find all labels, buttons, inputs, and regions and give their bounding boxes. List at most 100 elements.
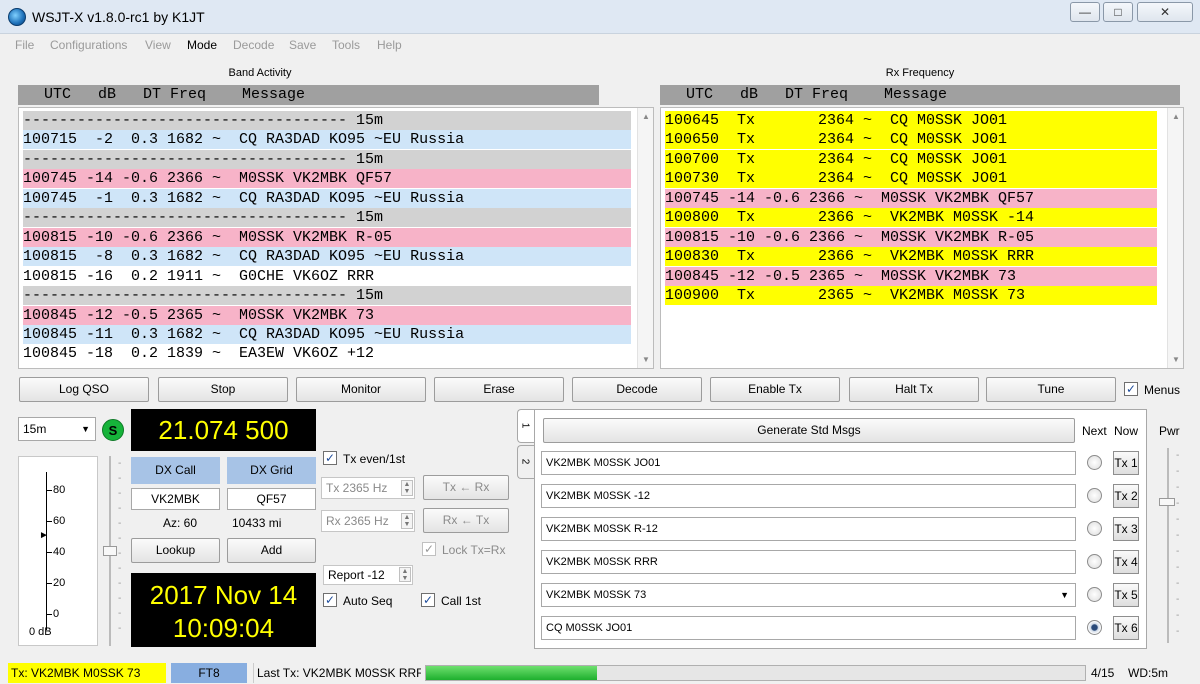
call-1st-label: Call 1st: [441, 594, 482, 608]
rx-frequency-scrollbar[interactable]: ▲ ▼: [1167, 108, 1183, 368]
add-button[interactable]: Add: [227, 538, 316, 563]
tx6-message-input[interactable]: CQ M0SSK JO01: [541, 616, 1076, 640]
log-qso-button[interactable]: Log QSO: [19, 377, 149, 402]
tx5-now-button[interactable]: Tx 5: [1113, 583, 1139, 607]
tx2-message-input[interactable]: VK2MBK M0SSK -12: [541, 484, 1076, 508]
next-column-label: Next: [1082, 424, 1107, 438]
rx-frequency-line[interactable]: 100645 Tx 2364 ~ CQ M0SSK JO01: [665, 111, 1157, 130]
halt-tx-button[interactable]: Halt Tx: [849, 377, 979, 402]
band-activity-line[interactable]: ------------------------------------ 15m: [23, 286, 631, 306]
menu-file[interactable]: File: [15, 38, 34, 52]
menu-view[interactable]: View: [145, 38, 171, 52]
tx5-next-radio[interactable]: [1087, 587, 1102, 602]
rx-frequency-line[interactable]: 100745 -14 -0.6 2366 ~ M0SSK VK2MBK QF57: [665, 188, 1157, 208]
band-activity-line[interactable]: ------------------------------------ 15m: [23, 149, 631, 169]
rx-frequency-line[interactable]: 100830 Tx 2366 ~ VK2MBK M0SSK RRR: [665, 247, 1157, 267]
tab-1[interactable]: 1: [517, 409, 534, 443]
power-slider[interactable]: [1159, 448, 1175, 643]
rx-frequency-line[interactable]: 100650 Tx 2364 ~ CQ M0SSK JO01: [665, 130, 1157, 150]
tab-2[interactable]: 2: [517, 445, 534, 479]
report-spinbox[interactable]: Report -12 ▲ ▼: [323, 565, 413, 585]
tx-from-rx-button[interactable]: Tx ← Rx: [423, 475, 509, 500]
menus-checkbox[interactable]: ✓: [1124, 382, 1138, 396]
tx4-next-radio[interactable]: [1087, 554, 1102, 569]
band-activity-line[interactable]: 100845 -18 0.2 1839 ~ EA3EW VK6OZ +12: [23, 344, 631, 364]
tx5-message-text: VK2MBK M0SSK 73: [546, 589, 647, 601]
tx1-next-radio[interactable]: [1087, 455, 1102, 470]
tx3-now-button[interactable]: Tx 3: [1113, 517, 1139, 541]
tx2-next-radio[interactable]: [1087, 488, 1102, 503]
minimize-button[interactable]: —: [1070, 2, 1100, 22]
spin-arrows-icon[interactable]: ▲ ▼: [401, 480, 413, 496]
tune-button[interactable]: Tune: [986, 377, 1116, 402]
lock-tx-rx-checkbox[interactable]: ✓: [422, 542, 436, 556]
band-activity-line[interactable]: ------------------------------------ 15m: [23, 111, 631, 130]
tx1-message-input[interactable]: VK2MBK M0SSK JO01: [541, 451, 1076, 475]
s-meter-badge[interactable]: S: [102, 419, 124, 441]
stop-button[interactable]: Stop: [158, 377, 288, 402]
band-activity-header: UTC dB DT Freq Message: [18, 85, 599, 105]
tx3-next-radio[interactable]: [1087, 521, 1102, 536]
dx-call-input[interactable]: VK2MBK: [131, 488, 220, 510]
dx-grid-input[interactable]: QF57: [227, 488, 316, 510]
status-last-tx: Last Tx: VK2MBK M0SSK RRR: [253, 663, 421, 683]
rx-frequency-line[interactable]: 100900 Tx 2365 ~ VK2MBK M0SSK 73: [665, 286, 1157, 306]
generate-std-msgs-button[interactable]: Generate Std Msgs: [543, 418, 1075, 443]
tx3-message-input[interactable]: VK2MBK M0SSK R-12: [541, 517, 1076, 541]
lookup-button[interactable]: Lookup: [131, 538, 220, 563]
rx-frequency-line[interactable]: 100800 Tx 2366 ~ VK2MBK M0SSK -14: [665, 208, 1157, 228]
tx-even-checkbox[interactable]: ✓: [323, 451, 337, 465]
band-activity-scrollbar[interactable]: ▲ ▼: [637, 108, 653, 368]
band-activity-list[interactable]: ------------------------------------ 15m…: [18, 107, 654, 369]
band-activity-line[interactable]: 100745 -14 -0.6 2366 ~ M0SSK VK2MBK QF57: [23, 169, 631, 189]
band-select[interactable]: 15m ▼: [18, 417, 96, 441]
meter-tick-label: 20: [53, 577, 66, 589]
band-activity-line[interactable]: 100845 -12 -0.5 2365 ~ M0SSK VK2MBK 73: [23, 305, 631, 325]
band-activity-line[interactable]: 100815 -8 0.3 1682 ~ CQ RA3DAD KO95 ~EU …: [23, 247, 631, 267]
tx1-now-button[interactable]: Tx 1: [1113, 451, 1139, 475]
rx-frequency-spinbox[interactable]: Rx 2365 Hz ▲ ▼: [321, 510, 415, 532]
call-1st-checkbox[interactable]: ✓: [421, 593, 435, 607]
tx5-message-input[interactable]: VK2MBK M0SSK 73 ▼: [541, 583, 1076, 607]
level-slider[interactable]: [103, 456, 117, 646]
meter-tick: [47, 583, 52, 584]
monitor-button[interactable]: Monitor: [296, 377, 426, 402]
tx6-now-button[interactable]: Tx 6: [1113, 616, 1139, 640]
band-activity-line[interactable]: ------------------------------------ 15m: [23, 208, 631, 228]
menu-save[interactable]: Save: [289, 38, 316, 52]
maximize-button[interactable]: □: [1103, 2, 1133, 22]
rx-from-tx-button[interactable]: Rx ← Tx: [423, 508, 509, 533]
band-activity-line[interactable]: 100815 -16 0.2 1911 ~ G0CHE VK6OZ RRR: [23, 266, 631, 286]
band-activity-line[interactable]: 100715 -2 0.3 1682 ~ CQ RA3DAD KO95 ~EU …: [23, 130, 631, 150]
power-ticks: ------------: [1176, 450, 1180, 637]
menu-tools[interactable]: Tools: [332, 38, 360, 52]
close-button[interactable]: ✕: [1137, 2, 1193, 22]
rx-frequency-list[interactable]: 100645 Tx 2364 ~ CQ M0SSK JO01 100650 Tx …: [660, 107, 1184, 369]
tx4-now-button[interactable]: Tx 4: [1113, 550, 1139, 574]
menu-configurations[interactable]: Configurations: [50, 38, 127, 52]
rx-frequency-line[interactable]: 100845 -12 -0.5 2365 ~ M0SSK VK2MBK 73: [665, 266, 1157, 286]
tx6-next-radio[interactable]: [1087, 620, 1102, 635]
menu-decode[interactable]: Decode: [233, 38, 274, 52]
decode-button[interactable]: Decode: [572, 377, 702, 402]
tx2-now-button[interactable]: Tx 2: [1113, 484, 1139, 508]
tx4-message-input[interactable]: VK2MBK M0SSK RRR: [541, 550, 1076, 574]
menu-help[interactable]: Help: [377, 38, 402, 52]
band-activity-line[interactable]: 100815 -10 -0.6 2366 ~ M0SSK VK2MBK R-05: [23, 227, 631, 247]
rx-frequency-line[interactable]: 100700 Tx 2364 ~ CQ M0SSK JO01: [665, 149, 1157, 169]
tx4-message-text: VK2MBK M0SSK RRR: [546, 556, 658, 568]
chevron-down-icon[interactable]: ▼: [1060, 584, 1069, 606]
status-count: 4/15: [1091, 666, 1115, 680]
band-activity-line[interactable]: 100745 -1 0.3 1682 ~ CQ RA3DAD KO95 ~EU …: [23, 188, 631, 208]
rx-frequency-line[interactable]: 100815 -10 -0.6 2366 ~ M0SSK VK2MBK R-05: [665, 227, 1157, 247]
spin-arrows-icon[interactable]: ▲ ▼: [401, 513, 413, 529]
tx-frequency-spinbox[interactable]: Tx 2365 Hz ▲ ▼: [321, 477, 415, 499]
enable-tx-button[interactable]: Enable Tx: [710, 377, 840, 402]
auto-seq-checkbox[interactable]: ✓: [323, 593, 337, 607]
menu-mode[interactable]: Mode: [187, 38, 217, 52]
band-activity-line[interactable]: 100845 -11 0.3 1682 ~ CQ RA3DAD KO95 ~EU…: [23, 324, 631, 344]
auto-seq-label: Auto Seq: [343, 594, 393, 608]
rx-frequency-line[interactable]: 100730 Tx 2364 ~ CQ M0SSK JO01: [665, 169, 1157, 189]
spin-arrows-icon[interactable]: ▲ ▼: [399, 567, 411, 582]
erase-button[interactable]: Erase: [434, 377, 564, 402]
